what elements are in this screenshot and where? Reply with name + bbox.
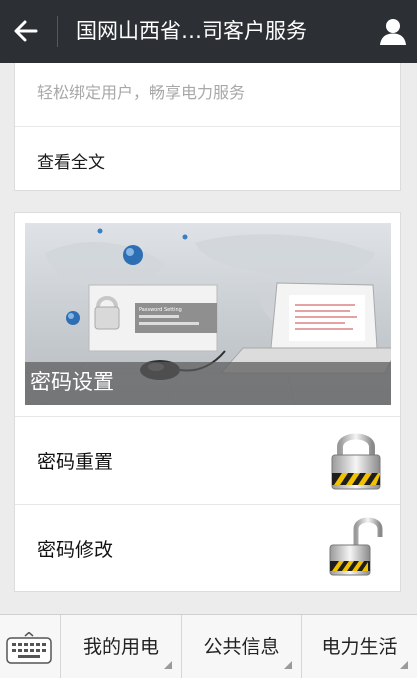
mini-window-title: Password Setting (139, 307, 182, 313)
news-item-label: 密码重置 (37, 451, 114, 473)
divider (15, 126, 400, 127)
arrow-left-icon (14, 20, 38, 42)
back-button[interactable] (0, 0, 56, 63)
menu-item-label: 我的用电 (82, 636, 159, 658)
submenu-indicator-icon (284, 661, 292, 669)
bottom-menu: 我的用电 公共信息 电力生活 (0, 614, 417, 678)
keyboard-toggle-button[interactable] (0, 615, 61, 678)
list-item[interactable]: 密码修改 (15, 504, 400, 592)
menu-item-power-life[interactable]: 电力生活 (302, 615, 417, 678)
cover-title: 密码设置 (30, 370, 114, 394)
menu-item-public-info[interactable]: 公共信息 (182, 615, 302, 678)
article-card[interactable]: 轻松绑定用户，畅享电力服务 查看全文 (14, 63, 401, 191)
menu-item-my-electricity[interactable]: 我的用电 (61, 615, 182, 678)
page-title: 国网山西省…司客户服务 (76, 19, 307, 43)
submenu-indicator-icon (164, 661, 172, 669)
submenu-indicator-icon (400, 661, 408, 669)
article-description: 轻松绑定用户，畅享电力服务 (37, 83, 246, 102)
cover-article[interactable]: Password Setting 密码设置 (25, 223, 391, 405)
cover-caption-bar: 密码设置 (25, 362, 391, 405)
profile-button[interactable] (357, 0, 417, 63)
list-item[interactable]: 密码重置 (15, 416, 400, 504)
read-more-link[interactable]: 查看全文 (37, 148, 105, 173)
header-divider (57, 16, 58, 47)
news-item-label: 密码修改 (37, 539, 114, 561)
padlock-open-icon (331, 433, 381, 490)
padlock-unlocked-icon (329, 517, 383, 576)
top-bar: 国网山西省…司客户服务 (0, 0, 417, 63)
multi-article-card: Password Setting 密码设置 密码重置 密码修改 (14, 212, 401, 592)
person-icon (380, 19, 406, 45)
keyboard-icon (6, 632, 52, 664)
